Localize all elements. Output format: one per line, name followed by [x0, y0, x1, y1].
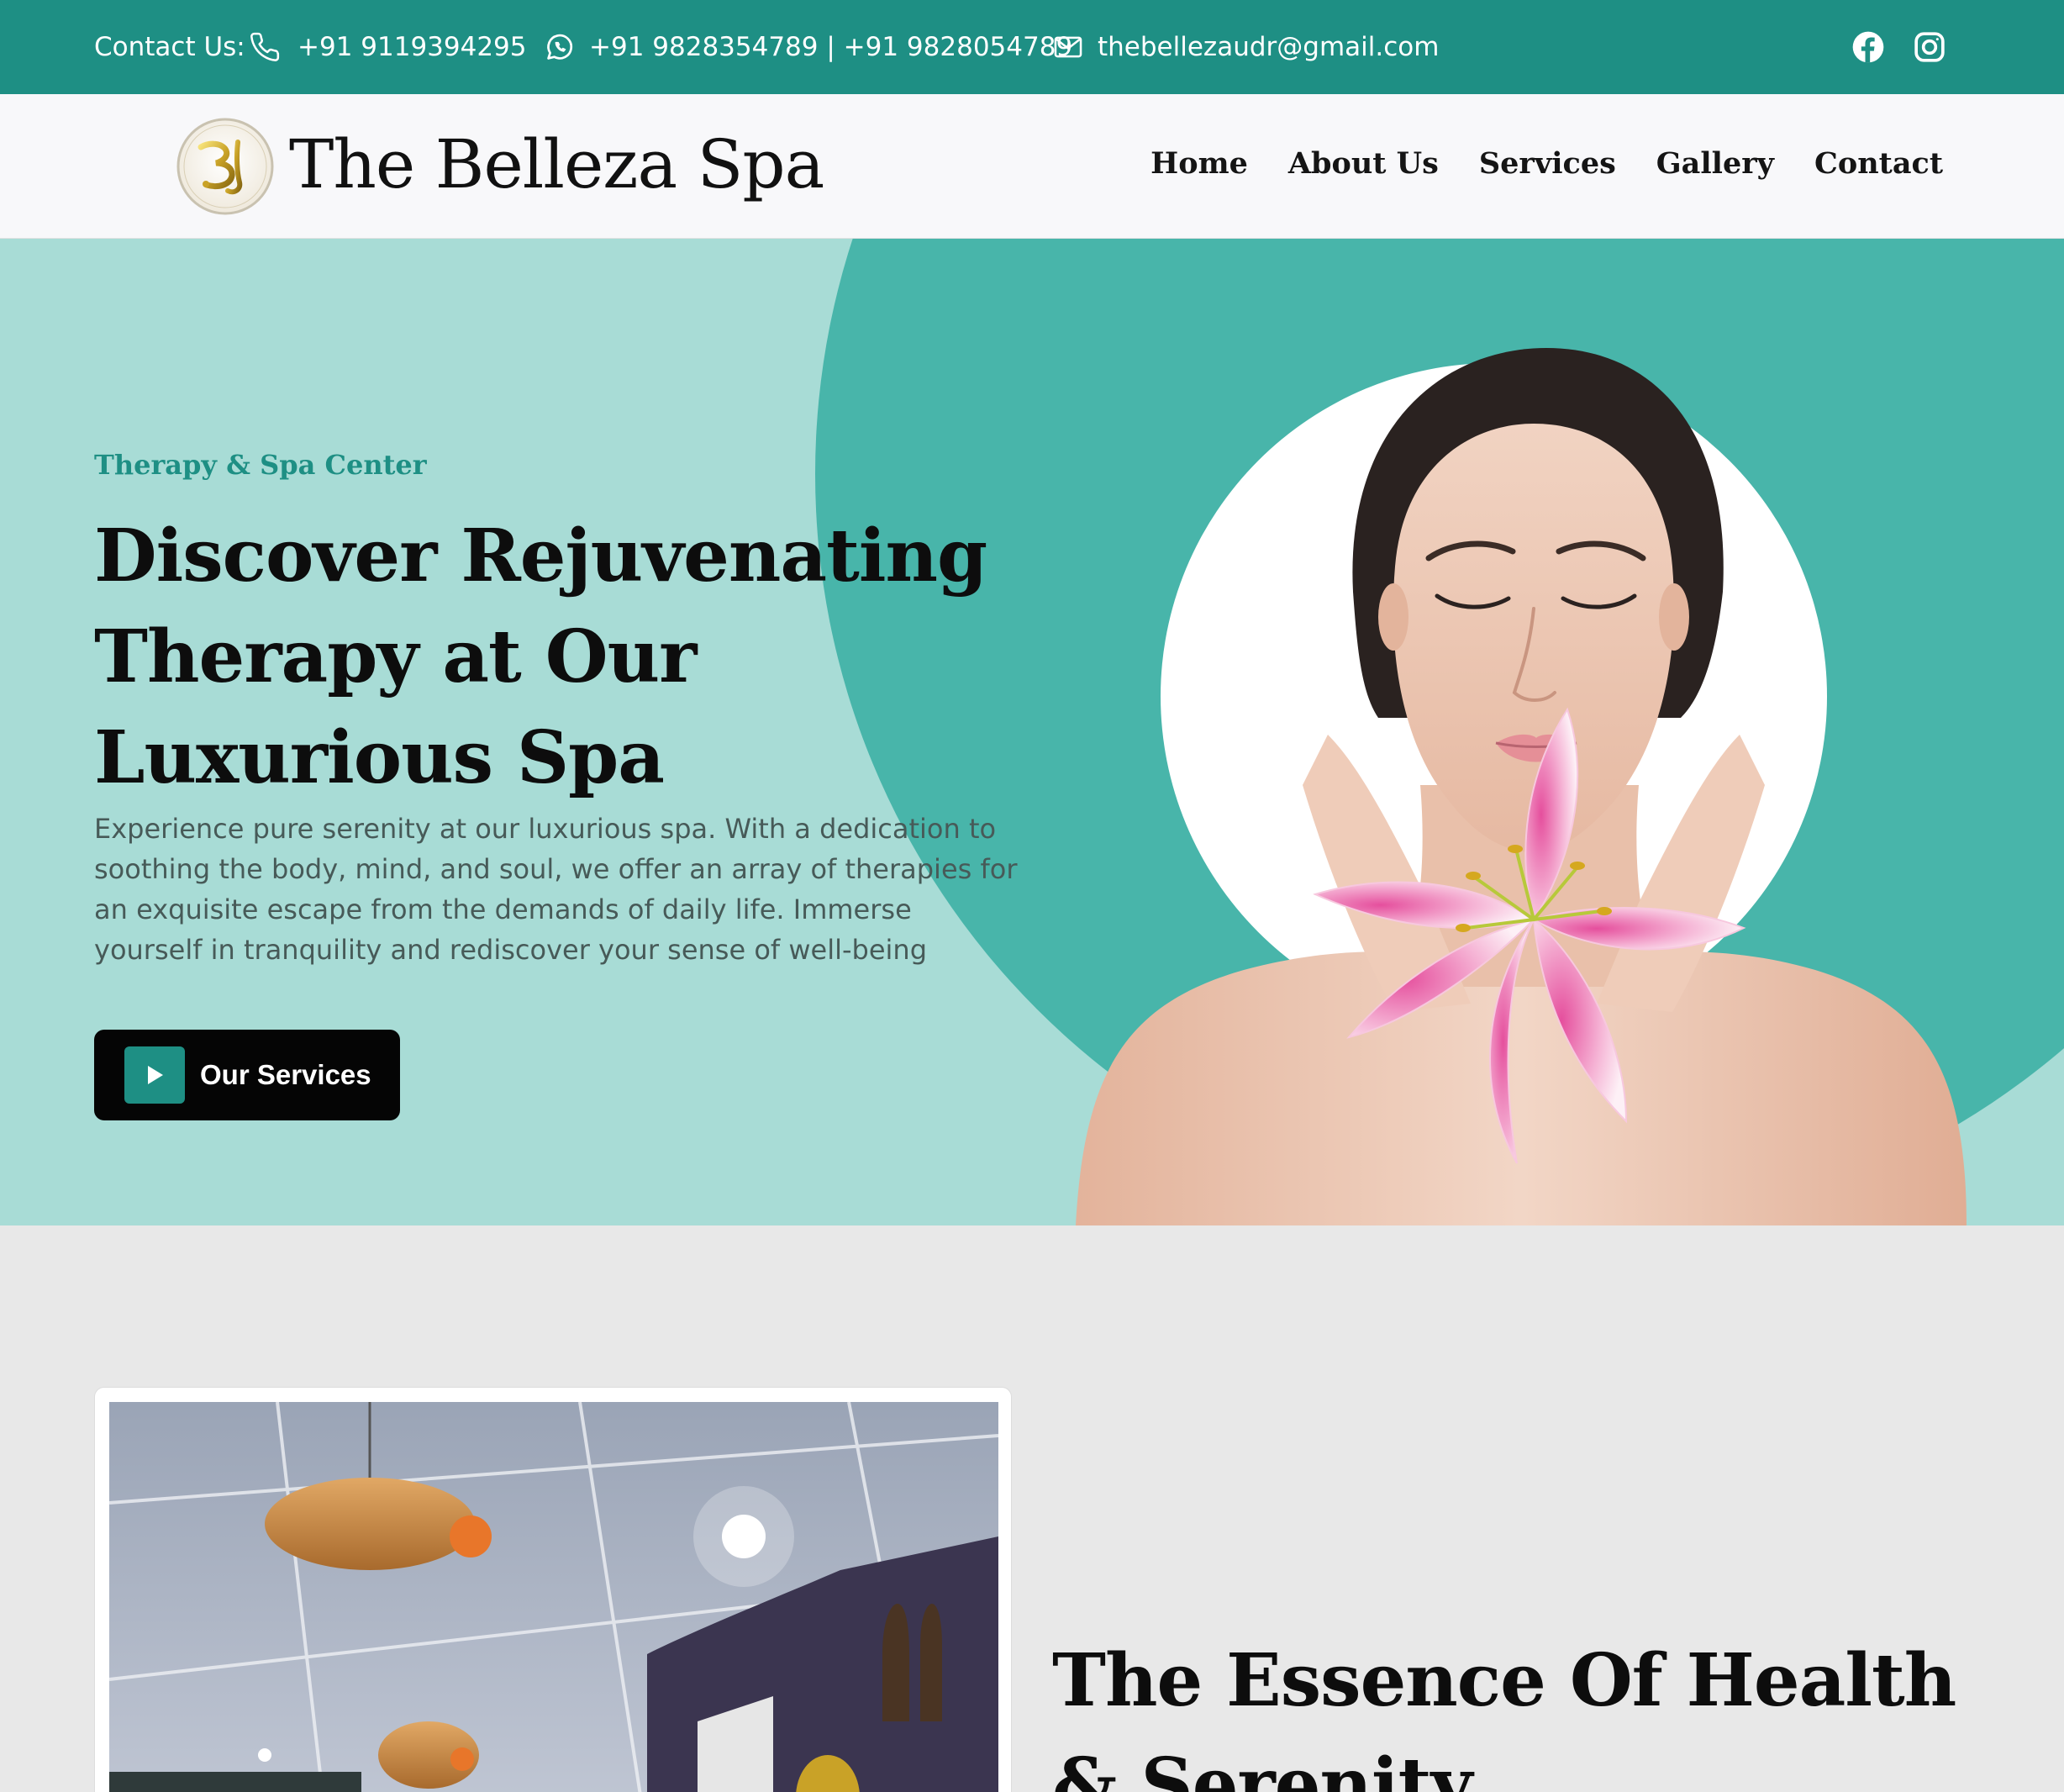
main-nav: Home About Us Services Gallery Contact: [1150, 146, 1943, 181]
nav-home[interactable]: Home: [1150, 146, 1248, 181]
envelope-icon: [1052, 31, 1084, 63]
whatsapp-numbers: +91 9828354789 | +91 9828054789: [589, 32, 1073, 62]
email-link[interactable]: thebellezaudr@gmail.com: [1052, 29, 1439, 66]
our-services-button[interactable]: Our Services: [94, 1030, 400, 1120]
spa-interior-photo: [109, 1402, 998, 1792]
logo-icon[interactable]: [176, 117, 275, 216]
whatsapp-link[interactable]: +91 9828354789 | +91 9828054789: [544, 29, 1072, 66]
hero-title: Discover Rejuvenating Therapy at Our Lux…: [94, 514, 987, 800]
phone-icon: [249, 31, 281, 63]
play-icon: [124, 1046, 185, 1104]
phone-link[interactable]: +91 9119394295: [249, 29, 527, 66]
hero-model-image: [1076, 314, 1983, 1225]
our-services-label: Our Services: [200, 1059, 371, 1090]
nav-about-us[interactable]: About Us: [1288, 146, 1439, 181]
about-section: The Essence Of Health & Serenity: [0, 1225, 2064, 1792]
hero-description: Experience pure serenity at our luxuriou…: [94, 813, 1018, 966]
nav-services[interactable]: Services: [1479, 146, 1616, 181]
contact-label: Contact Us:: [94, 29, 245, 66]
whatsapp-icon: [544, 31, 576, 63]
top-contact-bar: Contact Us: +91 9119394295 +91 982835478…: [0, 0, 2064, 94]
brand-name[interactable]: The Belleza Spa: [289, 123, 824, 207]
nav-contact[interactable]: Contact: [1814, 146, 1943, 181]
phone-number: +91 9119394295: [297, 32, 527, 62]
nav-gallery[interactable]: Gallery: [1656, 146, 1774, 181]
site-header: The Belleza Spa Home About Us Services G…: [0, 94, 2064, 239]
email-address: thebellezaudr@gmail.com: [1098, 32, 1440, 62]
hero-section: Therapy & Spa Center Discover Rejuvenati…: [0, 239, 2064, 1225]
facebook-icon[interactable]: [1851, 30, 1885, 64]
spa-interior-photo-frame: [94, 1387, 1012, 1792]
hero-eyebrow: Therapy & Spa Center: [94, 449, 427, 481]
instagram-icon[interactable]: [1913, 30, 1946, 64]
contact-label-text: Contact Us:: [94, 32, 245, 62]
about-title: The Essence Of Health & Serenity: [1052, 1638, 1956, 1792]
